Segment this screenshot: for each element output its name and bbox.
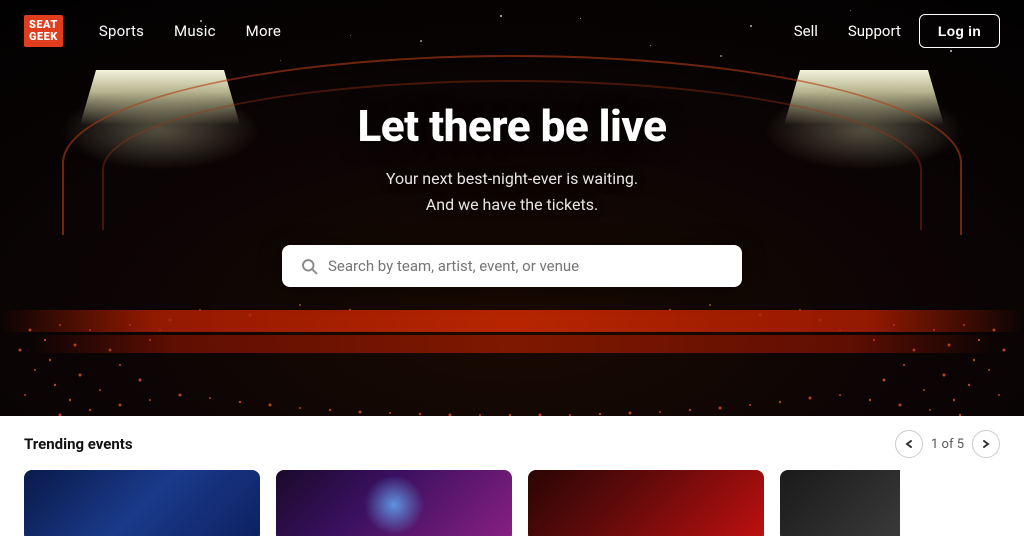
pagination-next[interactable] [972, 430, 1000, 458]
hero-content: Let there be live Your next best-night-e… [212, 100, 812, 287]
search-input[interactable] [328, 257, 724, 275]
nav-right: Sell Support Log in [782, 14, 1000, 48]
hero-title: Let there be live [212, 100, 812, 152]
nav-sell[interactable]: Sell [782, 14, 830, 48]
pagination-display: 1 of 5 [931, 437, 964, 452]
nav-music[interactable]: Music [162, 14, 228, 48]
login-button[interactable]: Log in [919, 14, 1000, 48]
event-card-2[interactable] [276, 470, 512, 536]
hero-subtitle-line2: And we have the tickets. [426, 195, 598, 214]
nav-sports[interactable]: Sports [87, 14, 156, 48]
hero-section: SEAT GEEK Sports Music More Sell Support… [0, 0, 1024, 536]
trending-section: Trending events 1 of 5 [0, 416, 1024, 536]
trending-header: Trending events 1 of 5 [24, 430, 1000, 458]
event-card-1[interactable] [24, 470, 260, 536]
stadium-red-strip-2 [30, 335, 994, 353]
trending-title: Trending events [24, 435, 133, 453]
search-bar [282, 245, 742, 287]
search-icon [300, 257, 318, 275]
nav-support[interactable]: Support [836, 14, 913, 48]
hero-subtitle-line1: Your next best-night-ever is waiting. [386, 169, 638, 188]
event-card-partial[interactable] [780, 470, 900, 536]
hero-subtitle: Your next best-night-ever is waiting. An… [212, 166, 812, 217]
pagination: 1 of 5 [895, 430, 1000, 458]
event-card-3[interactable] [528, 470, 764, 536]
logo[interactable]: SEAT GEEK [24, 15, 63, 47]
pagination-prev[interactable] [895, 430, 923, 458]
trending-cards [24, 470, 1000, 536]
logo-box: SEAT GEEK [24, 15, 63, 47]
nav-links: Sports Music More [87, 14, 293, 48]
nav-more[interactable]: More [234, 14, 293, 48]
navbar: SEAT GEEK Sports Music More Sell Support… [0, 0, 1024, 62]
stadium-red-strip [0, 310, 1024, 332]
logo-line2: GEEK [29, 31, 58, 43]
